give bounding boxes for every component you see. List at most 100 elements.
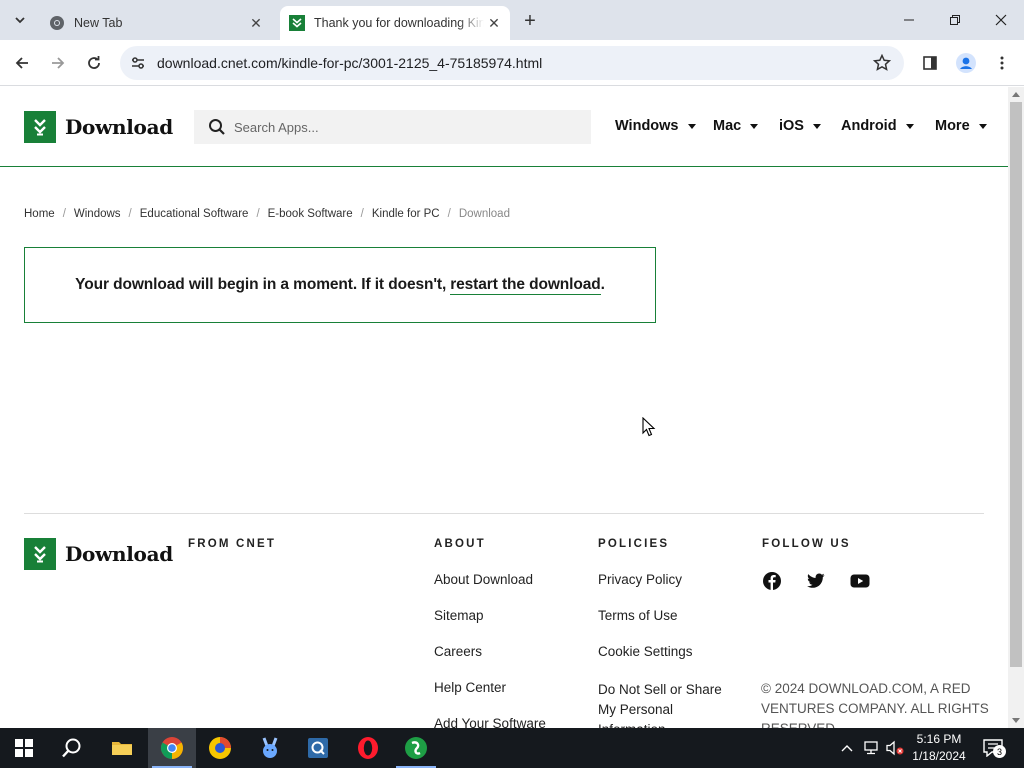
nav-mac[interactable]: Mac bbox=[713, 118, 759, 134]
search-box[interactable] bbox=[194, 110, 591, 144]
search-icon bbox=[62, 738, 81, 758]
site-logo[interactable]: Download bbox=[24, 111, 173, 143]
profile-button[interactable] bbox=[952, 49, 980, 77]
taskbar-app-orange[interactable] bbox=[196, 728, 244, 768]
taskbar-app-green[interactable] bbox=[392, 728, 440, 768]
bookmark-button[interactable] bbox=[872, 53, 892, 73]
reload-button[interactable] bbox=[80, 49, 108, 77]
notice-period: . bbox=[600, 276, 605, 293]
scroll-up-arrow-icon[interactable] bbox=[1012, 92, 1020, 97]
nav-more[interactable]: More bbox=[935, 118, 987, 134]
nav-label: Windows bbox=[615, 118, 679, 134]
taskbar-opera[interactable] bbox=[344, 728, 392, 768]
scroll-thumb[interactable] bbox=[1010, 102, 1022, 667]
footer-link-do-not-sell[interactable]: Do Not Sell or Share My Personal Informa… bbox=[598, 680, 738, 728]
nav-ios[interactable]: iOS bbox=[779, 118, 821, 134]
taskbar-search-button[interactable] bbox=[48, 728, 96, 768]
mouse-cursor-icon bbox=[642, 417, 656, 437]
address-bar[interactable]: download.cnet.com/kindle-for-pc/3001-212… bbox=[120, 46, 904, 80]
footer-link-privacy[interactable]: Privacy Policy bbox=[598, 572, 682, 587]
footer-logo[interactable]: Download bbox=[24, 538, 173, 570]
nav-label: Android bbox=[841, 118, 897, 134]
footer-link-terms[interactable]: Terms of Use bbox=[598, 608, 678, 623]
tab-title: New Tab bbox=[74, 16, 123, 30]
copyright-text: © 2024 DOWNLOAD.COM, A RED VENTURES COMP… bbox=[761, 681, 989, 728]
back-button[interactable] bbox=[8, 49, 36, 77]
tab-strip: New Tab ✕ Thank you for downloading Kind… bbox=[0, 0, 1024, 40]
footer-link-help-center[interactable]: Help Center bbox=[434, 680, 506, 695]
avatar-icon bbox=[956, 53, 976, 73]
restart-download-link[interactable]: restart the download bbox=[450, 276, 601, 295]
volume-tray-button[interactable] bbox=[884, 728, 906, 768]
network-tray-button[interactable] bbox=[860, 728, 882, 768]
breadcrumb-educational-software[interactable]: Educational Software bbox=[140, 208, 249, 220]
footer-link-careers[interactable]: Careers bbox=[434, 644, 482, 659]
close-icon bbox=[995, 14, 1007, 26]
twitter-icon bbox=[807, 573, 825, 588]
download-favicon-icon bbox=[289, 15, 305, 31]
restore-button[interactable] bbox=[932, 0, 978, 40]
caret-down-icon bbox=[687, 123, 696, 129]
green-app-icon bbox=[405, 737, 427, 759]
tab-title: Thank you for downloading Kindle for PC bbox=[314, 16, 484, 30]
footer-link-cookie-settings[interactable]: Cookie Settings bbox=[598, 644, 693, 659]
breadcrumb-separator: / bbox=[62, 208, 66, 220]
minimize-button[interactable] bbox=[886, 0, 932, 40]
start-button[interactable] bbox=[0, 728, 48, 768]
nav-label: More bbox=[935, 118, 970, 134]
nav-label: iOS bbox=[779, 118, 804, 134]
facebook-link[interactable] bbox=[762, 571, 782, 591]
breadcrumb-kindle-for-pc[interactable]: Kindle for PC bbox=[372, 208, 440, 220]
network-icon bbox=[864, 741, 878, 755]
taskbar-app-q[interactable] bbox=[294, 728, 342, 768]
side-panel-button[interactable] bbox=[916, 49, 944, 77]
caret-down-icon bbox=[812, 123, 821, 129]
footer-link-about[interactable]: About Download bbox=[434, 572, 533, 587]
tab-new-tab[interactable]: New Tab ✕ bbox=[40, 6, 272, 40]
tab-search-button[interactable] bbox=[8, 8, 32, 32]
circle-app-icon bbox=[209, 737, 231, 759]
footer-from-cnet: FROM CNET bbox=[188, 538, 277, 550]
breadcrumb-ebook-software[interactable]: E-book Software bbox=[268, 208, 353, 220]
new-tab-button[interactable]: + bbox=[518, 9, 542, 33]
taskbar-app-rabbit[interactable] bbox=[246, 728, 294, 768]
close-tab-icon[interactable]: ✕ bbox=[484, 13, 504, 33]
site-info-button[interactable] bbox=[128, 53, 148, 73]
rabbit-icon bbox=[262, 737, 278, 758]
taskbar-file-explorer[interactable] bbox=[98, 728, 146, 768]
twitter-link[interactable] bbox=[806, 571, 826, 591]
youtube-icon bbox=[850, 574, 870, 588]
footer-link-sitemap[interactable]: Sitemap bbox=[434, 608, 484, 623]
close-window-button[interactable] bbox=[978, 0, 1024, 40]
windows-taskbar: 5:16 PM 1/18/2024 bbox=[0, 728, 1024, 768]
footer-link-add-software[interactable]: Add Your Software bbox=[434, 716, 546, 728]
breadcrumb-home[interactable]: Home bbox=[24, 208, 55, 220]
footer-policies-heading: POLICIES bbox=[598, 538, 670, 550]
breadcrumb-separator: / bbox=[128, 208, 132, 220]
caret-down-icon bbox=[750, 123, 759, 129]
close-tab-icon[interactable]: ✕ bbox=[246, 13, 266, 33]
menu-button[interactable] bbox=[988, 49, 1016, 77]
download-logo-icon bbox=[24, 538, 56, 570]
search-icon bbox=[209, 119, 225, 135]
taskbar-clock[interactable]: 5:16 PM 1/18/2024 bbox=[906, 731, 972, 765]
show-hidden-icons-button[interactable] bbox=[838, 728, 856, 768]
nav-windows[interactable]: Windows bbox=[615, 118, 696, 134]
scroll-down-arrow-icon[interactable] bbox=[1012, 718, 1020, 723]
url-text[interactable]: download.cnet.com/kindle-for-pc/3001-212… bbox=[157, 55, 542, 71]
clock-date: 1/18/2024 bbox=[912, 749, 966, 763]
caret-down-icon bbox=[905, 123, 914, 129]
page-scrollbar[interactable] bbox=[1008, 87, 1024, 728]
browser-toolbar: download.cnet.com/kindle-for-pc/3001-212… bbox=[0, 40, 1024, 86]
arrow-right-icon bbox=[52, 57, 65, 69]
taskbar-chrome[interactable] bbox=[148, 728, 196, 768]
youtube-link[interactable] bbox=[850, 571, 870, 591]
tab-download-kindle[interactable]: Thank you for downloading Kindle for PC … bbox=[280, 6, 510, 40]
reload-icon bbox=[88, 56, 100, 69]
breadcrumb-windows[interactable]: Windows bbox=[74, 208, 121, 220]
logo-text: Download bbox=[65, 115, 173, 139]
nav-android[interactable]: Android bbox=[841, 118, 914, 134]
q-app-icon bbox=[308, 738, 328, 758]
search-input[interactable] bbox=[234, 110, 574, 144]
forward-button[interactable] bbox=[44, 49, 72, 77]
